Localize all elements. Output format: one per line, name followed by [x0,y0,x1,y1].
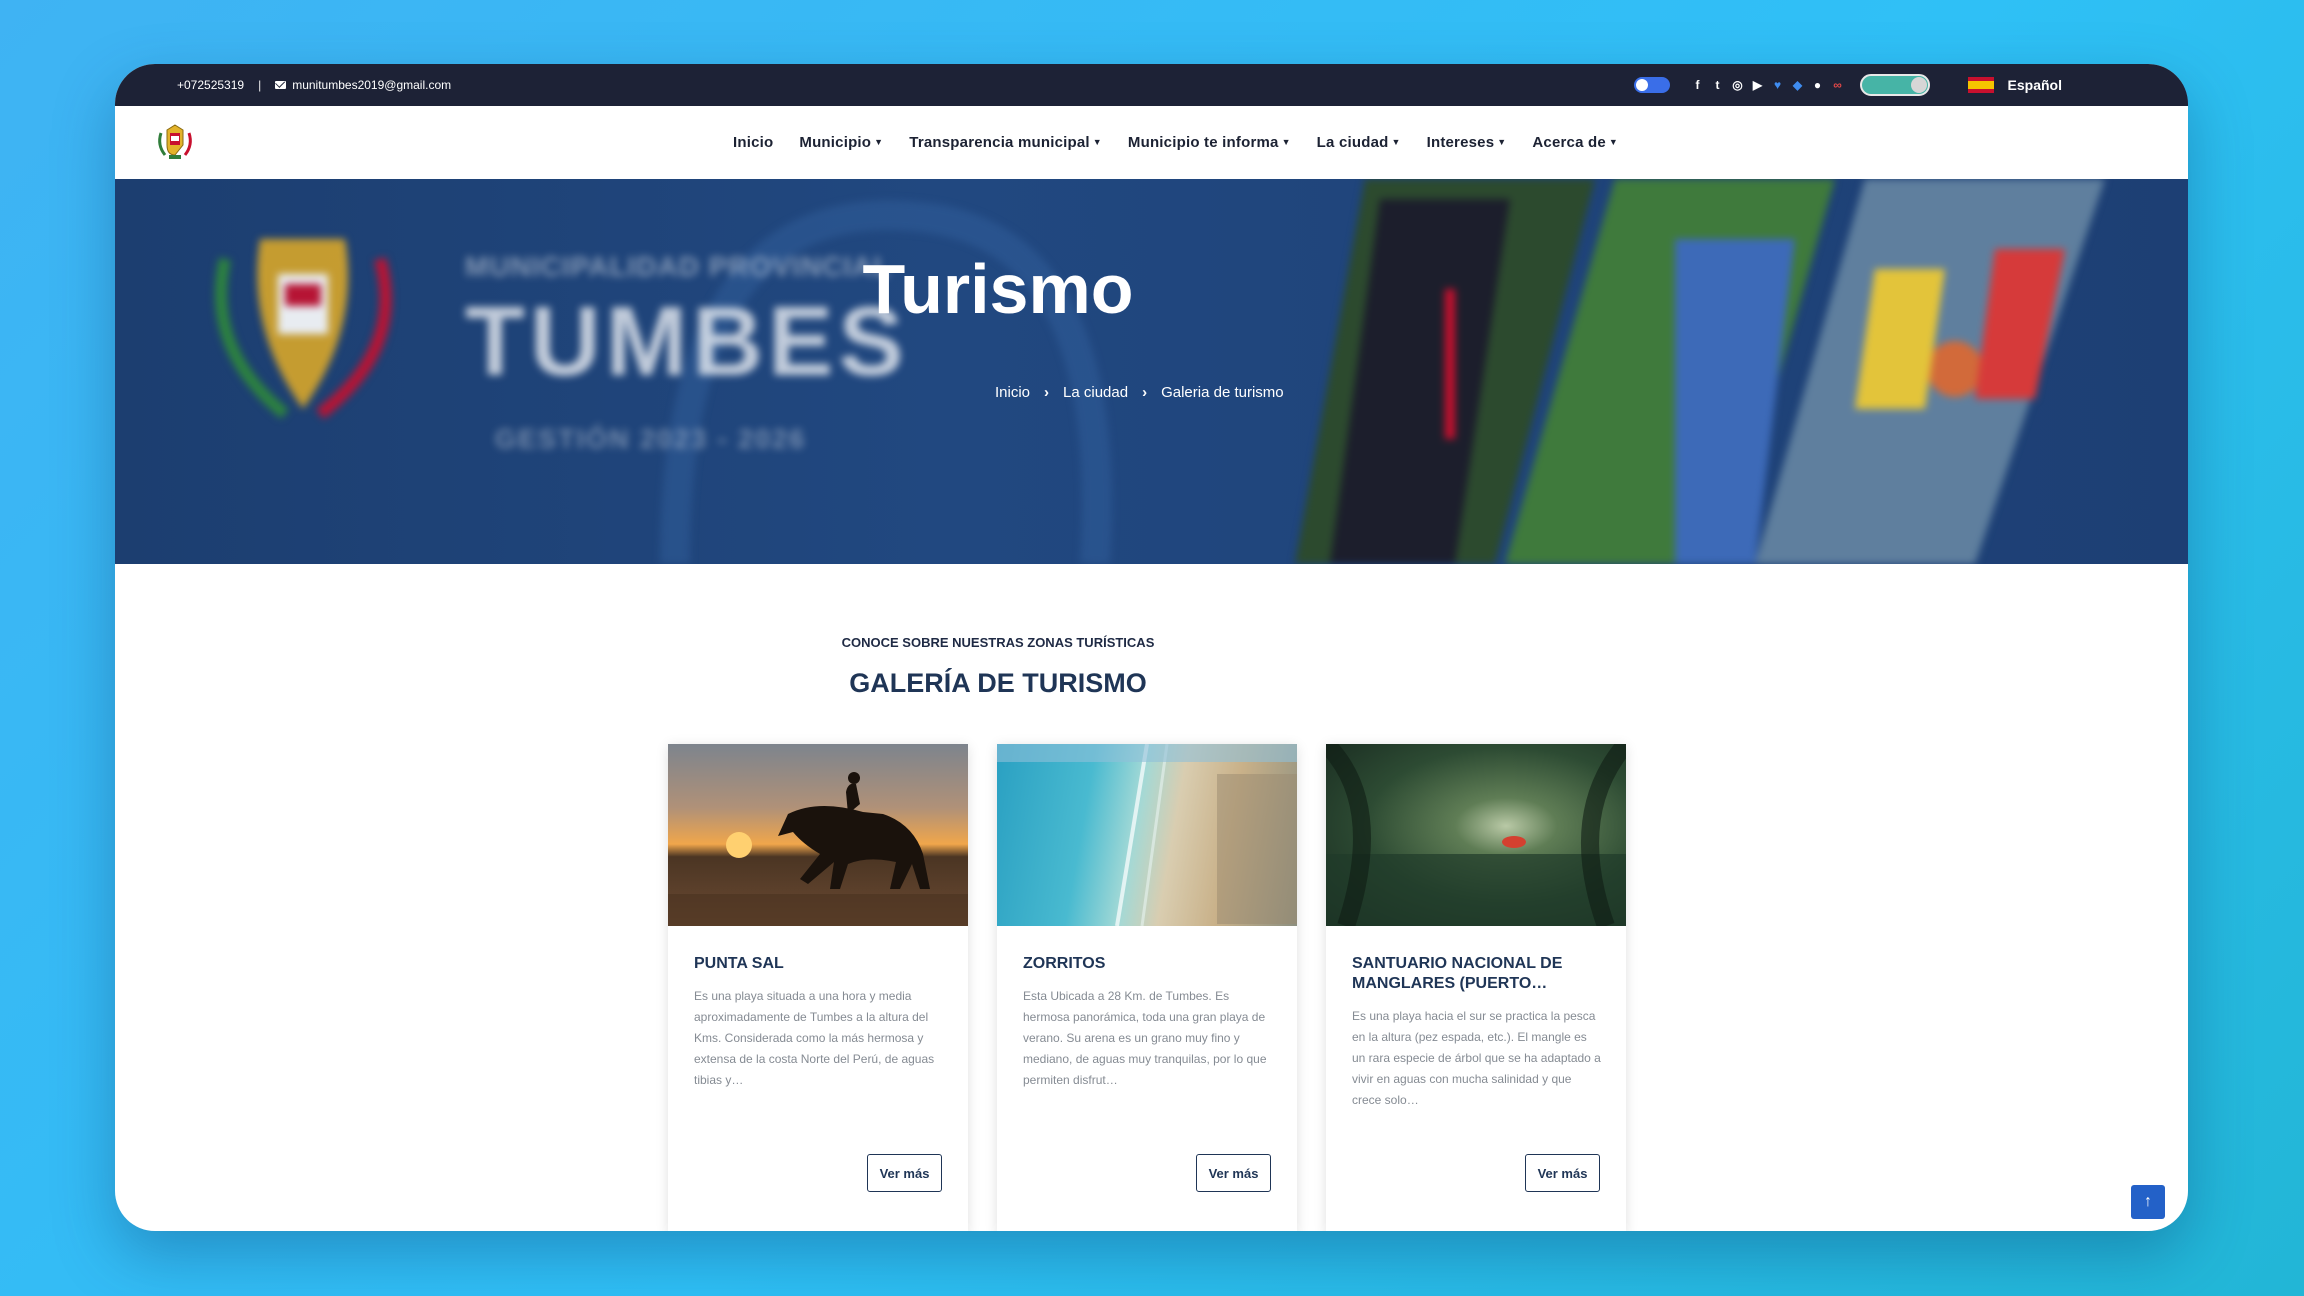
card-title[interactable]: SANTUARIO NACIONAL DE MANGLARES (PUERTO… [1352,954,1602,994]
breadcrumb-current: Galeria de turismo [1161,384,1284,401]
back-to-top-button[interactable]: ↑ [2131,1185,2165,1219]
arrow-up-icon: ↑ [2144,1193,2152,1210]
hero-decor [215,179,2105,564]
hero-banner: MUNICIPALIDAD PROVINCIAL TUMBES GESTIÓN … [115,179,2188,564]
caret-down-icon: ▼ [1608,137,1619,147]
ver-mas-button[interactable]: Ver más [1196,1154,1271,1192]
breadcrumb: Inicio › La ciudad › Galeria de turismo [995,384,1284,401]
card-image-manglares[interactable] [1326,744,1626,926]
caret-down-icon: ▼ [1092,137,1102,147]
main-navbar: Inicio Municipio ▼ Transparencia municipa… [115,106,2188,179]
badge-icon[interactable]: ● [1812,78,1824,92]
hero-background: MUNICIPALIDAD PROVINCIAL TUMBES GESTIÓN … [115,179,2188,564]
chevron-right-icon: › [1044,384,1050,401]
municipal-crest-logo[interactable] [153,121,197,163]
theme-toggle[interactable] [1633,77,1670,93]
ver-mas-button[interactable]: Ver más [867,1154,942,1192]
beach-aerial-shape [997,744,1297,926]
language-selector[interactable]: Español [2008,77,2062,93]
phone-number: +072525319 [177,78,245,92]
browser-window: +072525319 | munitumbes2019@gmail.com f … [115,64,2188,1231]
spain-flag-icon [1967,77,1994,93]
caret-down-icon: ▼ [874,137,884,147]
youtube-icon[interactable]: ▶ [1752,78,1764,92]
nav-item-municipio[interactable]: Municipio ▼ [799,134,883,151]
contact-email[interactable]: munitumbes2019@gmail.com [292,78,451,92]
nav-item-inicio[interactable]: Inicio [733,134,773,151]
mangrove-scene [1326,744,1626,926]
bluesky-icon[interactable]: ♥ [1772,78,1784,92]
caret-down-icon: ▼ [1391,137,1401,147]
mail-icon [275,81,287,89]
card-description: Es una playa hacia el sur se practica la… [1352,1009,1601,1107]
twitter-icon[interactable]: t [1712,78,1724,92]
instagram-icon[interactable]: ◎ [1732,78,1744,92]
facebook-icon[interactable]: f [1692,78,1704,92]
card-image-punta-sal[interactable] [668,744,968,926]
topbar-tools: f t ◎ ▶ ♥ ◆ ● ∞ Español [1633,74,2062,96]
top-contact-bar: +072525319 | munitumbes2019@gmail.com f … [115,64,2188,106]
tourism-card-manglares[interactable]: SANTUARIO NACIONAL DE MANGLARES (PUERTO…… [1326,744,1626,1231]
main-menu: Inicio Municipio ▼ Transparencia municipa… [733,106,1618,179]
chevron-right-icon: › [1142,384,1148,401]
service-badge[interactable] [1859,74,1930,96]
card-image-zorritos[interactable] [997,744,1297,926]
hero-brand-period: GESTIÓN 2023 - 2026 [495,424,807,454]
breadcrumb-inicio[interactable]: Inicio [995,384,1030,401]
ver-mas-button[interactable]: Ver más [1525,1154,1600,1192]
nav-item-transparencia[interactable]: Transparencia municipal ▼ [909,134,1102,151]
caret-down-icon: ▼ [1281,137,1291,147]
nav-item-acerca-de[interactable]: Acerca de ▼ [1532,134,1618,151]
section-eyebrow: CONOCE SOBRE NUESTRAS ZONAS TURÍSTICAS [841,635,1155,650]
card-title[interactable]: ZORRITOS [1023,954,1273,974]
card-description: Esta Ubicada a 28 Km. de Tumbes. Es herm… [1023,989,1267,1087]
contact-separator: | [258,78,262,92]
nav-item-municipio-informa[interactable]: Municipio te informa ▼ [1128,134,1291,151]
section-heading: GALERÍA DE TURISMO [849,668,1147,698]
breadcrumb-la-ciudad[interactable]: La ciudad [1063,384,1128,401]
link-icon[interactable]: ∞ [1832,78,1844,92]
caret-down-icon: ▼ [1497,137,1507,147]
card-description: Es una playa situada a una hora y media … [694,989,935,1087]
page-title: Turismo [862,250,1134,328]
card-title[interactable]: PUNTA SAL [694,954,944,974]
nav-item-intereses[interactable]: Intereses ▼ [1427,134,1507,151]
chat-icon[interactable]: ◆ [1792,78,1804,92]
horse-rider-silhouette [668,772,968,926]
nav-item-la-ciudad[interactable]: La ciudad ▼ [1317,134,1401,151]
tourism-card-zorritos[interactable]: ZORRITOS Esta Ubicada a 28 Km. de Tumbes… [997,744,1297,1231]
tourism-card-punta-sal[interactable]: PUNTA SAL Es una playa situada a una hor… [668,744,968,1231]
